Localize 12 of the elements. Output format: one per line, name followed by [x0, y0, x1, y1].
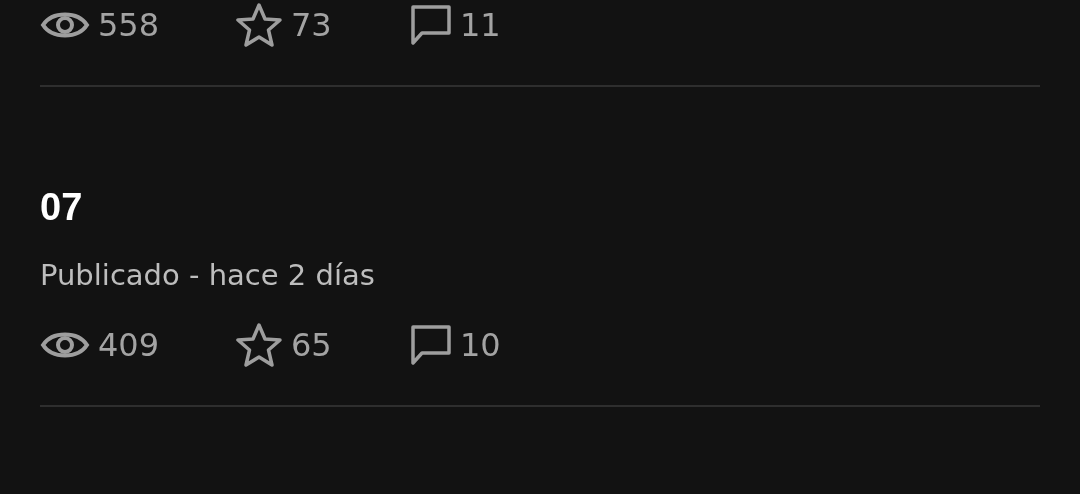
comment-icon — [410, 4, 452, 46]
star-icon — [235, 322, 283, 368]
publish-status: Publicado - hace 2 días — [40, 257, 376, 294]
stat-count: 65 — [291, 325, 332, 366]
stat-count: 11 — [460, 5, 501, 46]
star-icon — [235, 2, 283, 48]
stat-count: 409 — [98, 325, 160, 366]
stat-count: 10 — [460, 325, 501, 366]
comment-icon — [410, 324, 452, 366]
chapter-title[interactable]: 07 — [40, 187, 1040, 227]
stat-count: 73 — [291, 5, 332, 46]
stat-count: 558 — [98, 5, 160, 46]
